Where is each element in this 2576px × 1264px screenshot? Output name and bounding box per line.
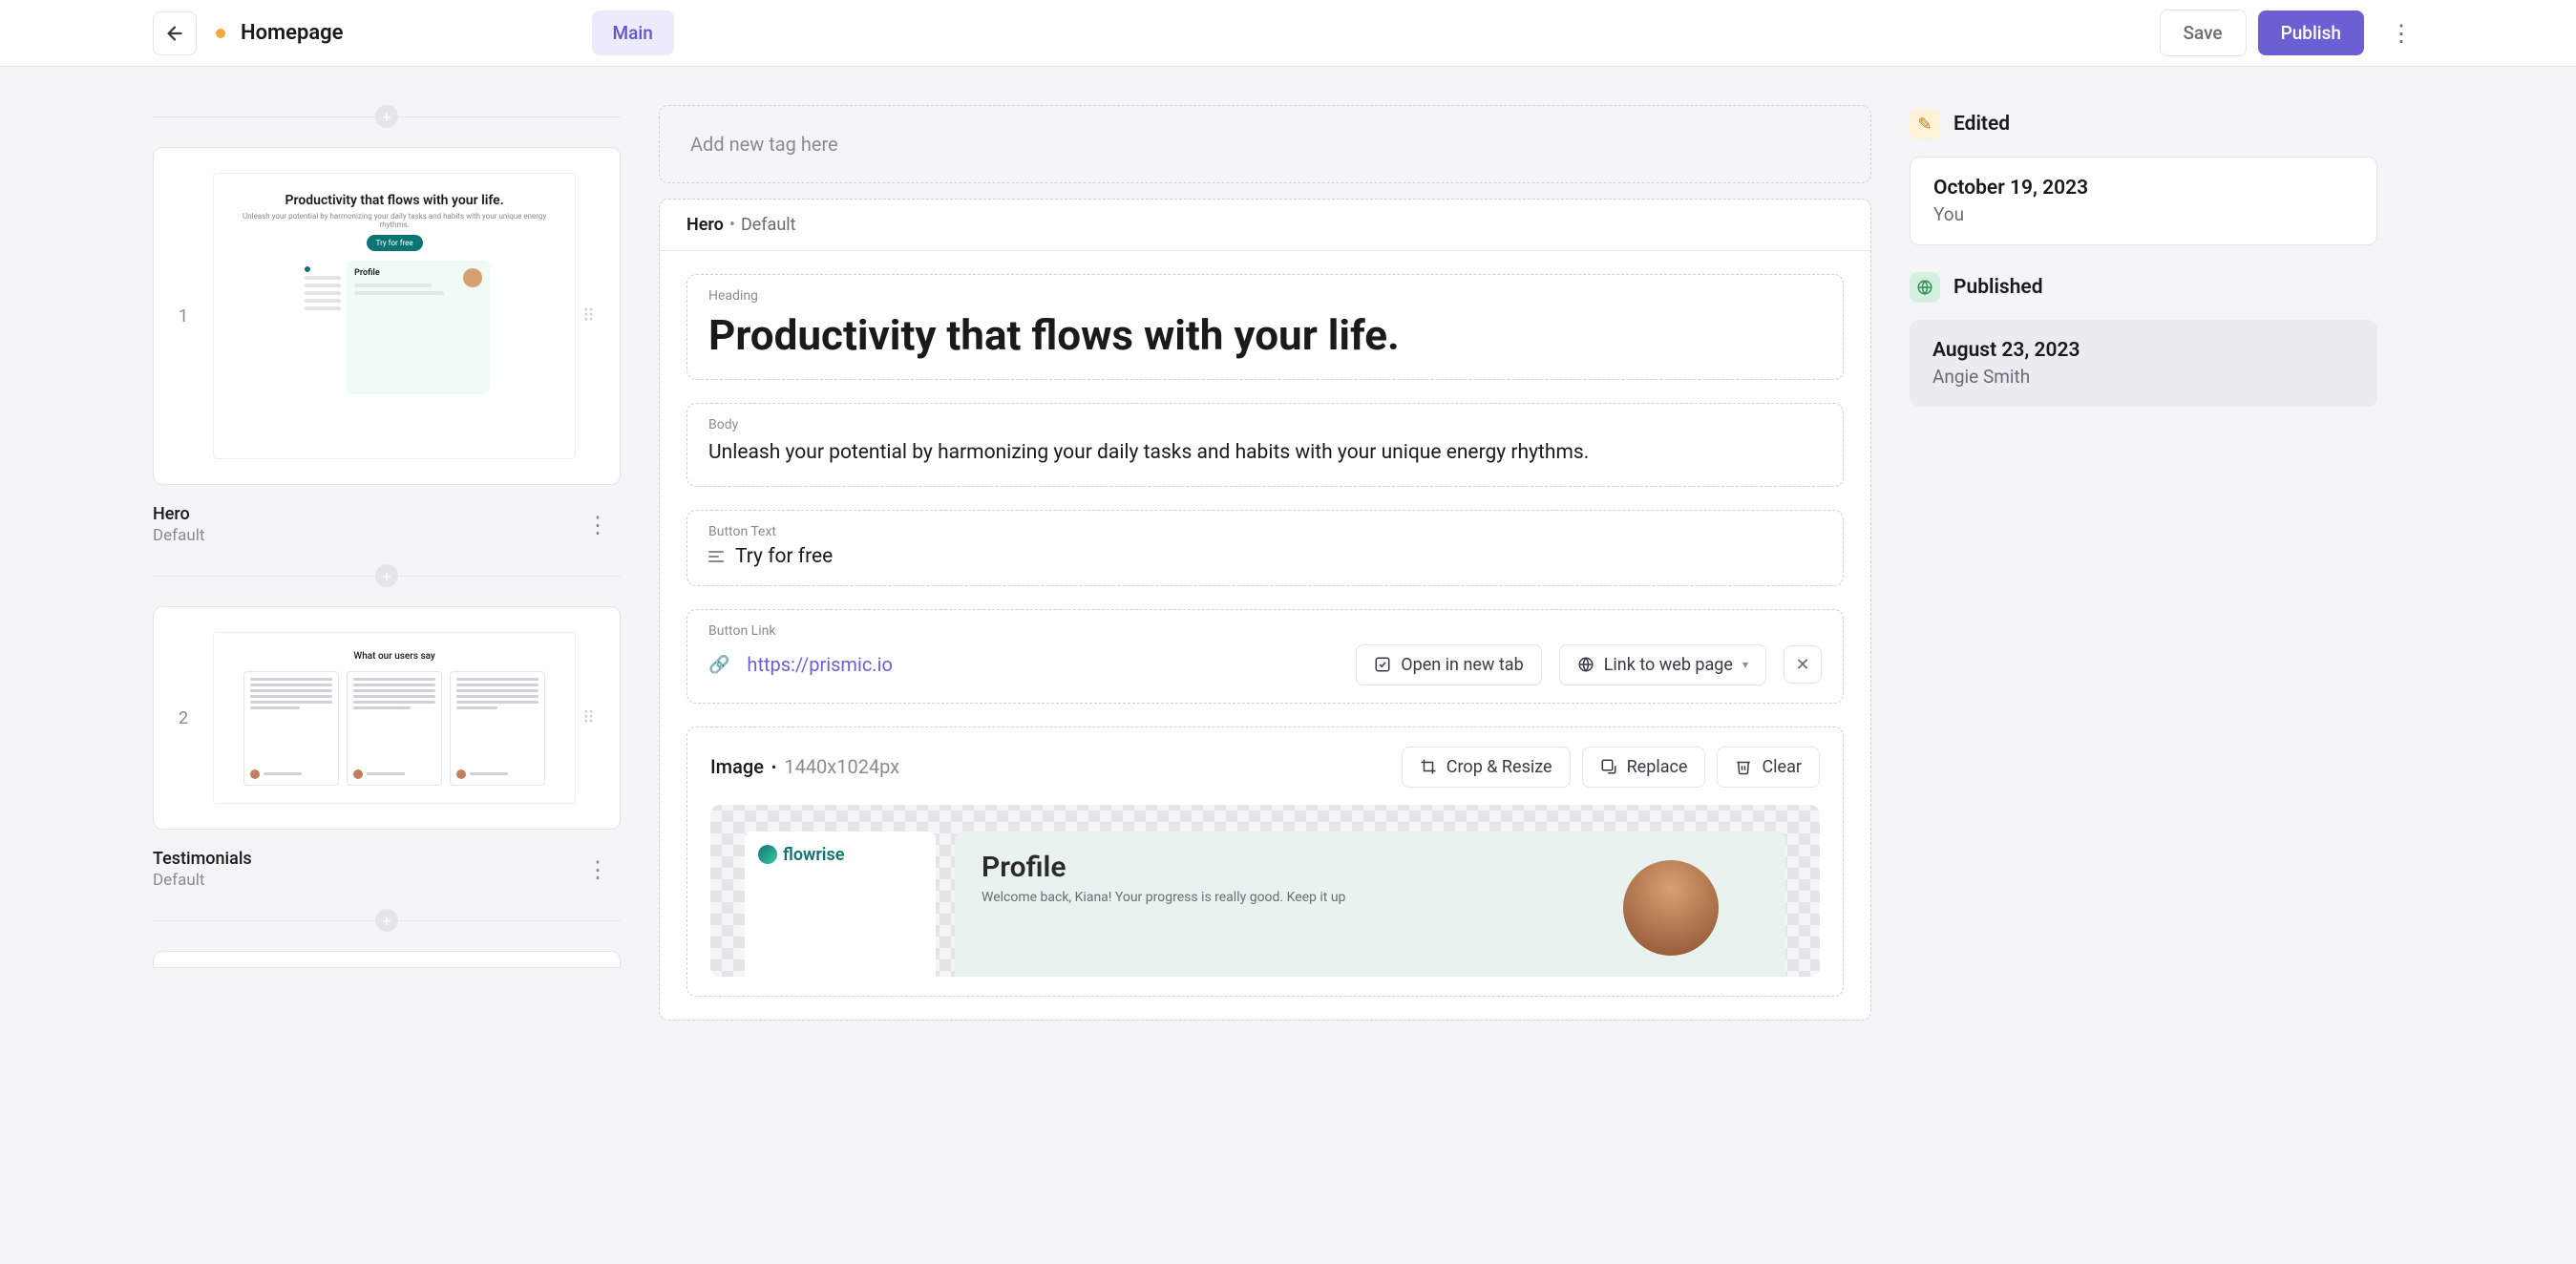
tag-input[interactable]: Add new tag here xyxy=(659,105,1871,183)
more-menu-button[interactable]: ⋮ xyxy=(2379,11,2423,55)
slice-index: 2 xyxy=(179,708,188,728)
preview-brand: flowrise xyxy=(758,845,922,865)
drag-handle-icon[interactable]: ⠿ xyxy=(582,306,595,327)
crop-resize-button[interactable]: Crop & Resize xyxy=(1402,747,1571,788)
tab-main[interactable]: Main xyxy=(592,11,674,55)
replace-button[interactable]: Replace xyxy=(1582,747,1706,788)
heading-field[interactable]: Heading Productivity that flows with you… xyxy=(686,274,1844,380)
body-field[interactable]: Body Unleash your potential by harmonizi… xyxy=(686,403,1844,487)
crop-icon xyxy=(1420,758,1437,775)
slice-variant: Default xyxy=(153,526,204,545)
arrow-left-icon xyxy=(164,23,185,44)
clear-link-button[interactable]: ✕ xyxy=(1784,645,1822,684)
button-link-value[interactable]: https://prismic.io xyxy=(747,653,1339,676)
drag-handle-icon[interactable]: ⠿ xyxy=(582,708,595,728)
button-text-field[interactable]: Button Text Try for free xyxy=(686,510,1844,586)
image-dimensions: 1440x1024px xyxy=(784,755,899,778)
slice-thumbnail: Productivity that flows with your life. … xyxy=(213,173,576,459)
text-icon xyxy=(708,551,724,562)
image-field: Image • 1440x1024px Crop & Resize Replac… xyxy=(686,727,1844,997)
preview-avatar xyxy=(1623,860,1719,956)
publish-button[interactable]: Publish xyxy=(2258,11,2364,55)
published-label: Published xyxy=(1953,276,2043,299)
save-button[interactable]: Save xyxy=(2160,10,2247,56)
trash-icon xyxy=(1735,758,1752,775)
image-preview[interactable]: flowrise Profile Welcome back, Kiana! Yo… xyxy=(710,805,1820,977)
button-text-value[interactable]: Try for free xyxy=(735,545,833,568)
add-slice-mid-button[interactable]: + xyxy=(375,564,398,587)
slice-card-hero[interactable]: 1 Productivity that flows with your life… xyxy=(153,147,621,485)
slice-thumbnail: What our users say xyxy=(213,632,576,804)
published-version-card[interactable]: August 23, 2023 Angie Smith xyxy=(1910,320,2377,407)
open-new-tab-toggle[interactable]: Open in new tab xyxy=(1356,644,1542,685)
image-label: Image xyxy=(710,755,764,778)
slice-card-partial xyxy=(153,951,621,968)
replace-icon xyxy=(1600,758,1617,775)
globe-icon xyxy=(1577,656,1594,673)
link-icon: 🔗 xyxy=(708,655,729,675)
slice-editor-hero: Hero•Default Heading Productivity that f… xyxy=(659,199,1871,1021)
body-value[interactable]: Unleash your potential by harmonizing yo… xyxy=(708,438,1822,469)
slice-card-testimonials[interactable]: 2 What our users say ⠿ xyxy=(153,606,621,830)
slice-kebab-menu[interactable]: ⋮ xyxy=(575,508,621,542)
slice-variant: Default xyxy=(153,871,252,890)
clear-image-button[interactable]: Clear xyxy=(1717,747,1820,788)
page-title: Homepage xyxy=(241,21,344,45)
pencil-icon: ✎ xyxy=(1910,109,1940,139)
slice-name: Testimonials xyxy=(153,849,252,869)
chevron-down-icon: ▾ xyxy=(1742,658,1748,671)
back-button[interactable] xyxy=(153,11,197,55)
slice-index: 1 xyxy=(179,306,188,327)
slice-name: Hero xyxy=(153,504,204,524)
globe-icon xyxy=(1910,272,1940,303)
button-link-field[interactable]: Button Link 🔗 https://prismic.io Open in… xyxy=(686,609,1844,704)
checkbox-icon xyxy=(1374,656,1391,673)
slice-editor-header: Hero•Default xyxy=(660,200,1870,251)
add-slice-top-button[interactable]: + xyxy=(375,105,398,128)
edited-version-card[interactable]: October 19, 2023 You xyxy=(1910,157,2377,245)
slice-kebab-menu[interactable]: ⋮ xyxy=(575,853,621,887)
heading-value[interactable]: Productivity that flows with your life. xyxy=(708,309,1822,362)
add-slice-bottom-button[interactable]: + xyxy=(375,909,398,932)
link-type-select[interactable]: Link to web page ▾ xyxy=(1559,644,1766,685)
edited-label: Edited xyxy=(1953,113,2010,136)
draft-status-dot xyxy=(216,29,225,38)
